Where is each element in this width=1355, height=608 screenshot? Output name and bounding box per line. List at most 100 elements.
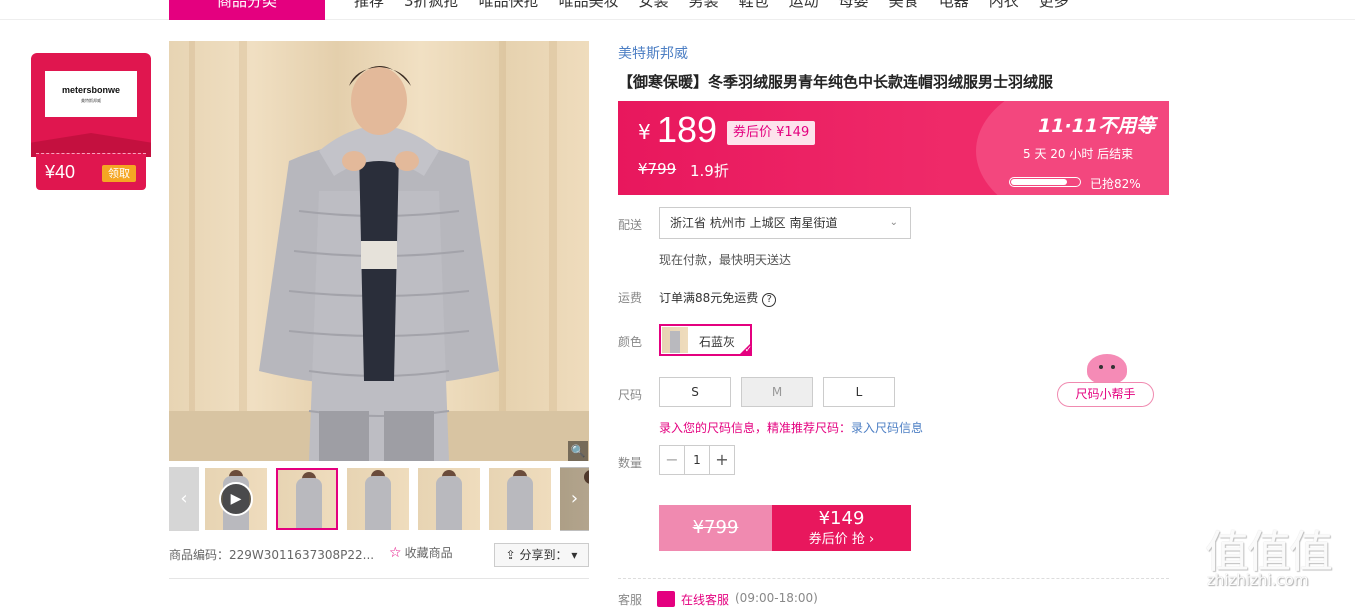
buy-label: 券后价 抢 ›: [808, 532, 875, 547]
favorite-button[interactable]: ☆ 收藏商品: [389, 544, 453, 561]
category-button[interactable]: 商品分类: [169, 0, 325, 20]
promo-title: 11·11不用等: [1038, 115, 1156, 137]
product-title: 【御寒保暖】冬季羽绒服男青年纯色中长款连帽羽绒服男士羽绒服: [618, 73, 1054, 91]
address-value: 浙江省 杭州市 上城区 南星街道: [670, 216, 838, 230]
size-helper-label: 尺码小帮手: [1057, 382, 1154, 407]
thumbnail[interactable]: [489, 468, 551, 530]
quantity-input[interactable]: 1: [684, 446, 710, 474]
nav-item[interactable]: 运动: [789, 0, 819, 11]
nav-item[interactable]: 3折疯抢: [404, 0, 459, 11]
mascot-eye: [1099, 365, 1103, 369]
brand-logo: metersbonwe 美特斯邦威: [45, 71, 137, 117]
buy-coupon-price[interactable]: ¥149 券后价 抢 ›: [772, 505, 911, 551]
discount-rate: 1.9折: [690, 162, 729, 180]
main-product-image[interactable]: [169, 41, 589, 461]
nav-item[interactable]: 内衣: [989, 0, 1019, 11]
coupon-amount: ¥40: [45, 162, 76, 182]
nav-item[interactable]: 美食: [889, 0, 919, 11]
nav-items: 推荐 3折疯抢 唯品快抢 唯品美妆 女装 男装 鞋包 运动 母婴 美食 电器 内…: [354, 0, 1089, 11]
color-option-label: 石蓝灰: [699, 335, 736, 349]
coupon-get-button[interactable]: 领取: [102, 165, 136, 182]
magnifier-icon[interactable]: 🔍: [568, 441, 588, 461]
original-price: ¥799: [638, 160, 677, 178]
thumbnail[interactable]: [347, 468, 409, 530]
mascot-icon: [1087, 354, 1127, 384]
thumbnail[interactable]: [276, 468, 338, 530]
nav-item[interactable]: 男装: [689, 0, 719, 11]
chat-icon: [657, 591, 675, 607]
buy-price: ¥149: [818, 508, 865, 529]
size-option-m[interactable]: M: [741, 377, 813, 407]
size-option-l[interactable]: L: [823, 377, 895, 407]
play-icon[interactable]: ▶: [219, 482, 253, 516]
nav-item[interactable]: 唯品快抢: [479, 0, 539, 11]
address-select[interactable]: 浙江省 杭州市 上城区 南星街道 ⌄: [659, 207, 911, 239]
thumb-next-arrow[interactable]: ›: [560, 467, 589, 531]
buy-button[interactable]: ¥799 ¥149 券后价 抢 ›: [659, 505, 911, 551]
top-nav: 商品分类 推荐 3折疯抢 唯品快抢 唯品美妆 女装 男装 鞋包 运动 母婴 美食…: [0, 0, 1355, 20]
delivery-label: 配送: [618, 218, 643, 232]
star-icon: ☆: [389, 545, 402, 561]
thumbnail-video[interactable]: ▶: [205, 468, 267, 530]
price-panel: ¥ 189 券后价 ¥149 ¥799 1.9折 11·11不用等 5 天 20…: [618, 101, 1169, 195]
online-service-link[interactable]: 在线客服: [681, 591, 729, 608]
question-icon[interactable]: ?: [762, 293, 777, 307]
watermark: 值值值 zhizhizhi.com: [1205, 516, 1355, 603]
thumb-prev-arrow[interactable]: ‹: [169, 467, 199, 531]
coupon-bottom: ¥40 领取: [36, 153, 146, 190]
color-option[interactable]: 石蓝灰 ✓: [659, 324, 752, 356]
brand-logo-subtext: 美特斯邦威: [81, 98, 101, 103]
thumb-figure: [436, 476, 462, 530]
color-label: 颜色: [618, 335, 643, 349]
check-icon: ✓: [738, 342, 752, 356]
nav-item[interactable]: 推荐: [354, 0, 384, 11]
nav-item[interactable]: 鞋包: [739, 0, 769, 11]
quantity-plus-button[interactable]: +: [710, 446, 734, 474]
share-icon: ⇪: [505, 548, 520, 562]
size-helper[interactable]: 尺码小帮手: [1057, 354, 1154, 408]
currency-symbol: ¥: [638, 120, 651, 144]
share-button[interactable]: ⇪ 分享到： ▾: [494, 543, 589, 567]
shipping-info: 订单满88元免运费?: [659, 289, 777, 307]
brand-logo-text: metersbonwe: [61, 85, 121, 95]
size-label: 尺码: [618, 388, 643, 402]
after-coupon-price: 券后价 ¥149: [727, 121, 816, 145]
divider: [618, 578, 1169, 579]
nav-item[interactable]: 女装: [639, 0, 669, 11]
favorite-label: 收藏商品: [404, 546, 453, 560]
divider: [169, 578, 589, 579]
thumb-figure: [507, 476, 533, 530]
nav-item[interactable]: 唯品美妆: [559, 0, 619, 11]
swatch-figure: [670, 331, 680, 353]
nav-item[interactable]: 电器: [939, 0, 969, 11]
size-tip-text: 录入您的尺码信息，精准推荐尺码：: [659, 421, 852, 435]
quantity-stepper: − 1 +: [659, 445, 735, 475]
nav-item[interactable]: 更多: [1039, 0, 1069, 11]
share-label: 分享到：: [519, 548, 568, 562]
thumbnail[interactable]: [418, 468, 480, 530]
thumb-figure: [365, 476, 391, 530]
quantity-label: 数量: [618, 456, 643, 470]
shipping-text: 订单满88元免运费: [659, 291, 759, 305]
delivery-note: 现在付款，最快明天送达: [659, 253, 792, 267]
mascot-eye: [1111, 365, 1115, 369]
product-code: 商品编码：229W3011637308P22...: [169, 548, 375, 562]
nav-item[interactable]: 母婴: [839, 0, 869, 11]
color-swatch: [662, 327, 688, 353]
size-input-link[interactable]: 录入尺码信息: [851, 421, 923, 435]
brand-link[interactable]: 美特斯邦威: [618, 43, 688, 63]
watermark-url: zhizhizhi.com: [1207, 571, 1309, 589]
sold-percent: 已抢82%: [1090, 177, 1141, 191]
service-label: 客服: [618, 593, 643, 607]
size-option-s[interactable]: S: [659, 377, 731, 407]
quantity-minus-button[interactable]: −: [660, 446, 684, 474]
chevron-down-icon: ⌄: [889, 217, 898, 228]
chevron-down-icon: ▾: [567, 548, 578, 562]
sold-progress-fill: [1011, 179, 1067, 185]
countdown-timer: 5 天 20 小时 后结束: [1023, 147, 1134, 161]
brand-coupon[interactable]: metersbonwe 美特斯邦威 ¥40 领取: [31, 53, 151, 190]
current-price: 189: [657, 109, 718, 150]
size-tip: 录入您的尺码信息，精准推荐尺码：录入尺码信息: [659, 419, 923, 436]
thumbnail-strip: ‹ ▶ ›: [169, 467, 589, 531]
thumb-figure: [296, 478, 322, 528]
